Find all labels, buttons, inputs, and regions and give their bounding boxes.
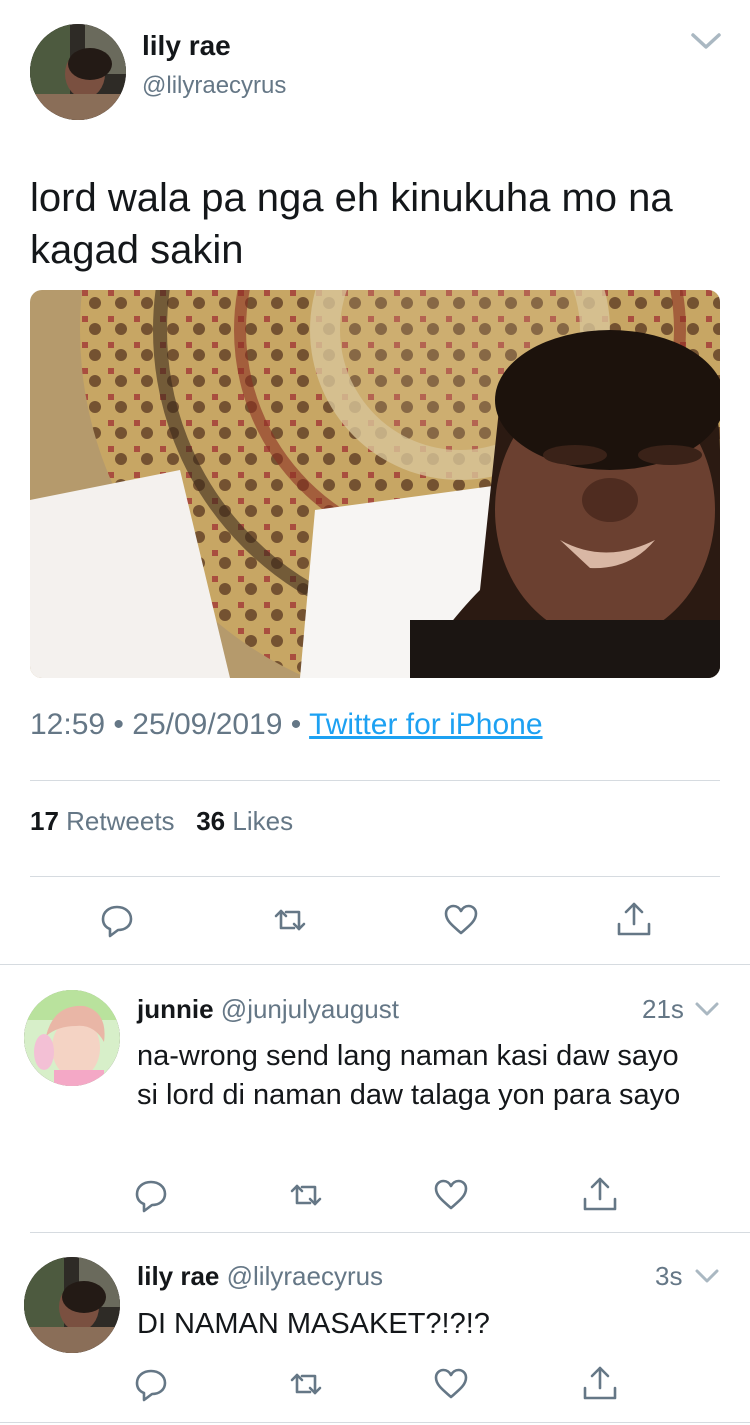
reply-author-handle[interactable]: @junjulyaugust [221,994,399,1024]
author-name[interactable]: lily rae [142,30,231,62]
reply-author[interactable]: junnie @junjulyaugust [137,994,399,1025]
heart-icon [434,1179,468,1210]
retweets-count: 17 [30,806,59,836]
share-icon [617,902,651,936]
divider [0,1422,750,1423]
retweet-button[interactable] [286,1175,326,1215]
heart-icon [444,904,478,935]
reply-author-name[interactable]: junnie [137,994,214,1024]
reply-author-name[interactable]: lily rae [137,1261,219,1291]
reply-author[interactable]: lily rae @lilyraecyrus [137,1261,383,1292]
reply-button[interactable] [131,1175,171,1215]
share-icon [583,1177,617,1211]
reply-icon [135,1369,167,1402]
tweet-date: 25/09/2019 [132,708,283,741]
retweet-icon [274,909,306,931]
reply-avatar[interactable] [24,990,120,1086]
likes-count: 36 [196,806,226,836]
reply-text: na-wrong send lang naman kasi daw sayo s… [137,1040,681,1111]
retweet-icon [290,1373,322,1395]
tweet-photo[interactable] [30,290,720,678]
tweet-text: lord wala pa nga eh kinukuha mo na kagad… [30,176,673,272]
share-button[interactable] [614,900,654,940]
chevron-down-icon[interactable] [694,1267,720,1285]
tweet-stats: 17 Retweets 36 Likes [30,806,293,837]
likes-stat[interactable]: 36 Likes [196,806,293,836]
reply-avatar[interactable] [24,1257,120,1353]
divider [30,780,720,781]
retweet-button[interactable] [286,1364,326,1404]
retweet-button[interactable] [270,900,310,940]
reply-author-handle[interactable]: @lilyraecyrus [227,1261,383,1291]
author-avatar[interactable] [30,24,126,120]
share-icon [583,1366,617,1400]
meta-separator: • [113,708,124,741]
reply-timestamp: 3s [655,1261,683,1291]
divider [0,964,750,965]
reply-text: DI NAMAN MASAKET?!?!? [137,1308,490,1340]
tweet-meta: 12:59 • 25/09/2019 • Twitter for iPhone [30,708,543,742]
like-button[interactable] [431,1175,471,1215]
heart-icon [434,1368,468,1399]
reply-timestamp: 21s [642,994,684,1024]
author-handle[interactable]: @lilyraecyrus [142,72,286,100]
retweets-label: Retweets [66,806,175,836]
tweet-source-link[interactable]: Twitter for iPhone [309,708,542,741]
chevron-down-icon[interactable] [694,1000,720,1018]
tweet-time: 12:59 [30,708,106,741]
retweets-stat[interactable]: 17 Retweets [30,806,175,836]
divider [30,1232,750,1233]
share-button[interactable] [580,1175,620,1215]
reply-icon [135,1180,167,1213]
retweet-icon [290,1184,322,1206]
like-button[interactable] [431,1364,471,1404]
reply-button[interactable] [131,1364,171,1404]
meta-separator: • [290,708,302,741]
share-button[interactable] [580,1364,620,1404]
reply-icon [101,905,133,938]
chevron-down-icon[interactable] [690,30,722,52]
reply-button[interactable] [97,900,137,940]
divider [30,876,720,877]
likes-label: Likes [232,806,294,836]
like-button[interactable] [441,900,481,940]
